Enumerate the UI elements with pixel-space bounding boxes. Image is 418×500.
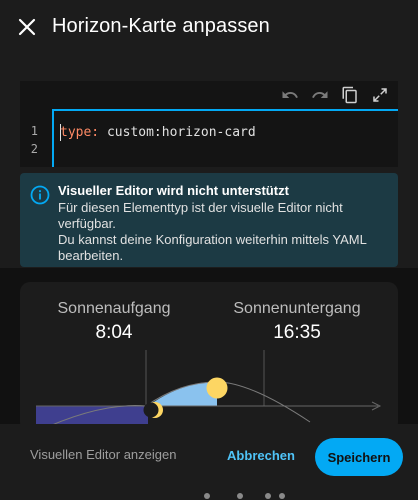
cancel-button[interactable]: Abbrechen xyxy=(226,440,296,470)
undo-button[interactable] xyxy=(278,83,302,107)
alert-line: Du kannst deine Konfiguration weiterhin … xyxy=(58,232,367,263)
fullscreen-icon xyxy=(373,88,387,102)
line-number-gutter: 1 2 xyxy=(20,109,50,167)
undo-icon xyxy=(282,91,298,98)
line-number: 2 xyxy=(30,142,38,156)
day-area xyxy=(148,381,217,406)
save-button[interactable]: Speichern xyxy=(315,438,403,476)
alert-title: Visueller Editor wird nicht unterstützt xyxy=(58,183,289,198)
sun-icon xyxy=(206,377,228,399)
dialog-footer: Visuellen Editor anzeigen Abbrechen Spei… xyxy=(0,424,418,500)
code-content[interactable]: type: custom:horizon-card xyxy=(52,109,398,167)
yaml-key: type: xyxy=(60,125,100,140)
copy-icon xyxy=(342,86,357,104)
horizon-card-preview: Sonnenaufgang 8:04 Sonnenuntergang 16:35 xyxy=(20,282,398,432)
copy-button[interactable] xyxy=(338,83,362,107)
info-icon xyxy=(30,185,50,205)
redo-button[interactable] xyxy=(308,83,332,107)
show-visual-editor-button[interactable]: Visuellen Editor anzeigen xyxy=(30,447,176,462)
alert-message: Für diesen Elementtyp ist der visuelle E… xyxy=(58,200,392,264)
visual-editor-alert: Visueller Editor wird nicht unterstützt … xyxy=(20,173,398,267)
line-number: 1 xyxy=(30,124,38,138)
editor-toolbar xyxy=(278,81,398,109)
horizon-graph xyxy=(35,350,382,432)
system-nav-hint xyxy=(204,493,285,499)
yaml-editor[interactable]: 1 2 type: custom:horizon-card xyxy=(20,81,398,167)
dialog-header: Horizon-Karte anpassen xyxy=(0,0,418,56)
alert-line: Für diesen Elementtyp ist der visuelle E… xyxy=(58,200,343,231)
close-button[interactable] xyxy=(14,14,40,40)
yaml-value: custom:horizon-card xyxy=(99,125,256,140)
dialog-title: Horizon-Karte anpassen xyxy=(52,15,270,37)
close-icon xyxy=(18,18,36,36)
code-line: type: custom:horizon-card xyxy=(60,125,256,140)
fullscreen-button[interactable] xyxy=(368,83,392,107)
redo-icon xyxy=(312,91,328,98)
